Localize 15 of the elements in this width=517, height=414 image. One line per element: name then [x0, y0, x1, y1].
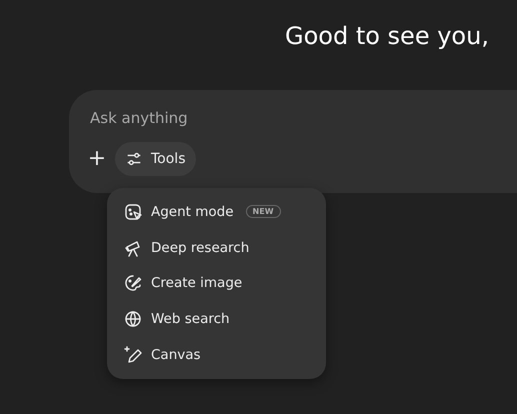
menu-item[interactable]: Canvas	[113, 337, 320, 373]
menu-item[interactable]: Web search	[113, 301, 320, 338]
greeting-heading: Good to see you,	[285, 22, 489, 50]
menu-item[interactable]: Deep research	[113, 230, 320, 266]
globe-icon	[123, 309, 143, 330]
sliders-icon	[125, 150, 143, 168]
pencil-icon	[123, 345, 143, 366]
tools-button[interactable]: Tools	[115, 142, 196, 176]
message-input[interactable]: Ask anything	[90, 108, 390, 128]
palette-icon	[123, 273, 143, 294]
menu-item[interactable]: Create image	[113, 266, 320, 302]
menu-item[interactable]: Agent mode NEW	[113, 194, 320, 230]
cursor-icon	[123, 202, 143, 222]
add-button[interactable]: +	[83, 143, 111, 175]
new-badge: NEW	[246, 205, 281, 218]
